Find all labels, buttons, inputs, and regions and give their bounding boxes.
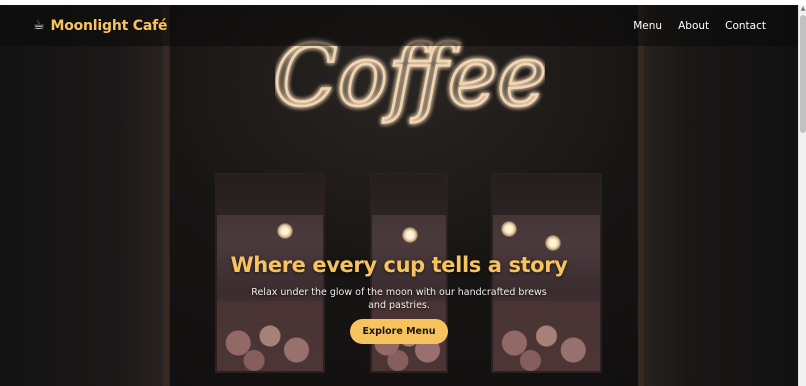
- top-navbar: ☕ Moonlight Café Menu About Contact: [0, 5, 798, 46]
- nav-link-menu[interactable]: Menu: [633, 20, 662, 32]
- scrollbar-thumb[interactable]: [800, 15, 806, 133]
- page-scrollbar[interactable]: ▲: [798, 5, 806, 386]
- brand-name: Moonlight Café: [50, 17, 168, 34]
- nav-link-contact[interactable]: Contact: [725, 20, 766, 32]
- hero-title: Where every cup tells a story: [230, 253, 568, 277]
- nav-links: Menu About Contact: [633, 20, 766, 32]
- hero-section: Coffee ☕ Moonlight Café Menu About Conta…: [0, 5, 798, 386]
- explore-menu-button[interactable]: Explore Menu: [350, 319, 448, 344]
- hero-content: Where every cup tells a story Relax unde…: [0, 253, 798, 344]
- scroll-up-arrow-icon[interactable]: ▲: [800, 6, 806, 12]
- hero-subtitle: Relax under the glow of the moon with ou…: [251, 287, 547, 311]
- brand-logo[interactable]: ☕ Moonlight Café: [33, 18, 167, 34]
- coffee-cup-icon: ☕: [33, 18, 45, 33]
- nav-link-about[interactable]: About: [678, 20, 709, 32]
